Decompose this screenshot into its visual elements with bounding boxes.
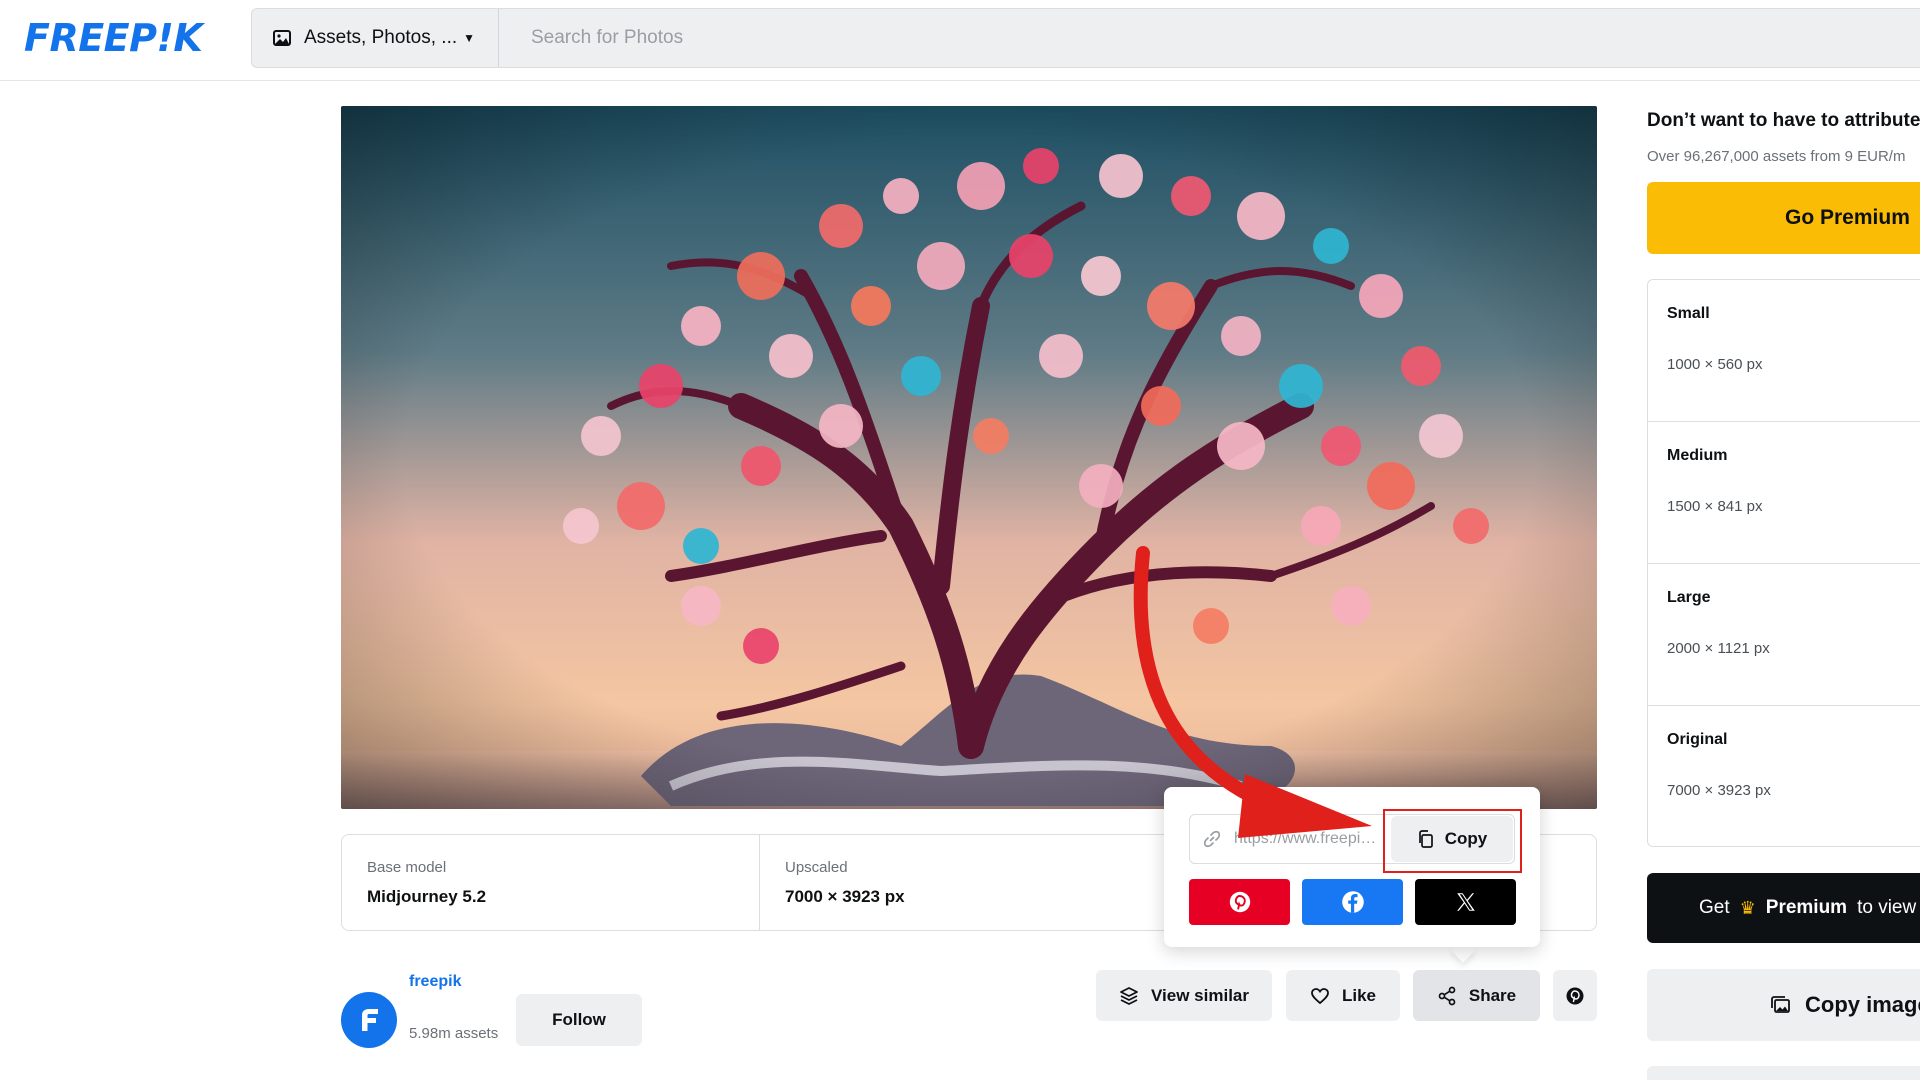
pinterest-icon [1229, 891, 1250, 913]
sidebar-next-button-edge [1647, 1066, 1920, 1080]
upscaled-value: 7000 × 3923 px [785, 887, 905, 906]
copy-image-label: Copy image [1805, 992, 1920, 1017]
download-size-list: Small 1000 × 560 px Medium 1500 × 841 px… [1647, 279, 1920, 847]
size-dimensions: 1500 × 841 px [1667, 498, 1763, 515]
premium-label: Premium [1765, 897, 1848, 918]
size-dimensions: 1000 × 560 px [1667, 356, 1763, 373]
main-image[interactable] [341, 106, 1597, 809]
get-premium-button[interactable]: Get ♛ Premium to view [1647, 873, 1920, 943]
upscaled-cell: Upscaled 7000 × 3923 px [760, 835, 1178, 930]
to-view-label: to view [1857, 897, 1917, 918]
get-label: Get [1699, 897, 1730, 918]
search-input[interactable] [499, 9, 1920, 67]
base-model-cell: Base model Midjourney 5.2 [342, 835, 760, 930]
size-dimensions: 2000 × 1121 px [1667, 640, 1770, 657]
view-similar-label: View similar [1151, 985, 1249, 1005]
asset-type-dropdown[interactable]: Assets, Photos, ... ▼ [252, 9, 499, 67]
copy-image-button[interactable]: Copy image [1647, 969, 1920, 1041]
caret-down-icon: ▼ [463, 31, 476, 45]
size-name: Original [1667, 731, 1728, 748]
size-option-small[interactable]: Small 1000 × 560 px [1648, 280, 1920, 422]
share-pinterest-button[interactable] [1189, 879, 1290, 925]
copy-button-highlight-box [1383, 809, 1522, 873]
crown-icon: ♛ [1739, 897, 1756, 918]
size-option-large[interactable]: Large 2000 × 1121 px [1648, 564, 1920, 706]
heart-icon [1311, 987, 1329, 1004]
view-similar-button[interactable]: View similar [1096, 970, 1272, 1021]
size-name: Small [1667, 305, 1710, 322]
base-model-value: Midjourney 5.2 [367, 887, 487, 906]
freepik-f-icon [362, 1009, 378, 1031]
attribution-title: Don’t want to have to attribute [1647, 110, 1920, 131]
attribution-subtitle: Over 96,267,000 assets from 9 EUR/m [1647, 148, 1906, 165]
link-icon [1203, 830, 1221, 848]
author-name[interactable]: freepik [409, 973, 461, 991]
share-button[interactable]: Share [1413, 970, 1540, 1021]
layers-icon [1120, 986, 1138, 1005]
facebook-icon [1341, 891, 1364, 913]
share-facebook-button[interactable] [1302, 879, 1403, 925]
like-label: Like [1341, 985, 1377, 1005]
like-button[interactable]: Like [1286, 970, 1400, 1021]
size-option-medium[interactable]: Medium 1500 × 841 px [1648, 422, 1920, 564]
share-url-text: https://www.freepik.com [1234, 830, 1379, 847]
asset-type-label: Assets, Photos, ... [304, 27, 458, 48]
upscaled-label: Upscaled [785, 859, 848, 876]
share-label: Share [1468, 985, 1517, 1005]
follow-button[interactable]: Follow [516, 994, 642, 1046]
copy-image-icon [1771, 996, 1790, 1013]
pinterest-save-button[interactable] [1553, 970, 1597, 1021]
share-icon [1438, 986, 1456, 1005]
size-dimensions: 7000 × 3923 px [1667, 782, 1771, 799]
size-name: Large [1667, 589, 1711, 606]
author-avatar[interactable] [341, 992, 397, 1048]
image-icon [273, 30, 291, 46]
pinterest-icon [1566, 987, 1584, 1004]
base-model-label: Base model [367, 859, 447, 876]
share-x-button[interactable] [1415, 879, 1516, 925]
author-assets-count: 5.98m assets [409, 1025, 499, 1042]
top-header: FREEP!K Assets, Photos, ... ▼ [0, 0, 1920, 81]
x-logo-icon [1456, 893, 1475, 911]
search-bar: Assets, Photos, ... ▼ [251, 8, 1920, 68]
go-premium-button[interactable]: Go Premium [1647, 182, 1920, 254]
size-name: Medium [1667, 447, 1728, 464]
size-option-original[interactable]: Original 7000 × 3923 px [1648, 706, 1920, 848]
freepik-logo[interactable]: FREEP!K [24, 16, 203, 60]
tree-blossom-illustration [341, 106, 1597, 809]
